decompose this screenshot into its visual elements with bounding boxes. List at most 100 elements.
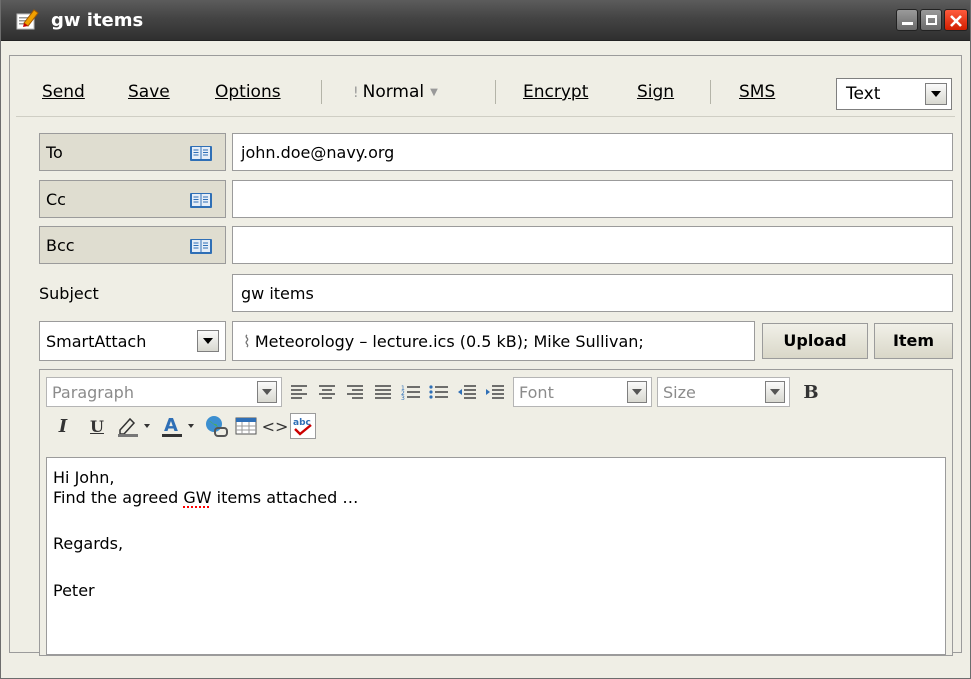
send-button[interactable]: Send [42,82,85,102]
priority-dropdown[interactable]: ! Normal ▼ [353,82,438,102]
close-button[interactable] [944,9,968,31]
chevron-down-icon[interactable] [765,381,785,403]
toolbar-divider [16,116,955,117]
maximize-icon [926,15,937,25]
smartattach-value: SmartAttach [46,332,147,351]
format-select[interactable]: Text [836,78,952,110]
title-bar[interactable]: gw items [1,0,970,41]
upload-button[interactable]: Upload [762,323,868,359]
outdent-button[interactable] [454,379,480,405]
paragraph-value: Paragraph [52,383,134,402]
minimize-icon [902,22,913,25]
outdent-icon [458,385,476,399]
svg-text:3: 3 [401,395,405,400]
highlight-color-button[interactable] [114,413,154,439]
unordered-list-icon [429,385,448,399]
encrypt-button[interactable]: Encrypt [523,82,588,102]
svg-text:A: A [164,415,178,436]
address-book-icon[interactable] [189,144,213,162]
globe-link-icon [206,416,228,437]
toolbar-separator [321,80,322,104]
align-left-button[interactable] [286,379,312,405]
to-field[interactable]: john.doe@navy.org [232,133,953,171]
spellcheck-icon: abc [293,418,312,436]
compose-toolbar: Send Save Options ! Normal ▼ Encrypt Sign … [10,69,961,110]
font-color-button[interactable]: A [158,413,198,439]
body-text: items attached … [211,488,359,507]
paragraph-select[interactable]: Paragraph [46,377,282,407]
toolbar-separator [710,80,711,104]
bcc-field[interactable] [232,226,953,264]
to-value: john.doe@navy.org [241,143,395,162]
to-label: To [46,143,63,162]
font-color-icon: A [162,415,194,437]
insert-link-button[interactable] [203,413,229,439]
options-button[interactable]: Options [215,82,281,102]
compose-panel: Send Save Options ! Normal ▼ Encrypt Sign … [9,55,962,656]
body-closing: Regards, [53,534,124,553]
sms-button[interactable]: SMS [739,82,775,102]
maximize-button[interactable] [920,9,942,31]
indent-button[interactable] [482,379,508,405]
source-code-button[interactable]: <> [261,413,289,439]
priority-label: Normal [362,82,425,102]
align-right-icon [347,385,363,399]
sign-button[interactable]: Sign [637,82,674,102]
chevron-down-icon[interactable] [257,381,277,403]
priority-icon: ! [353,85,359,101]
bold-button[interactable]: B [798,379,824,405]
item-button[interactable]: Item [874,323,953,359]
cc-label: Cc [46,190,66,209]
chevron-down-icon[interactable] [197,330,219,352]
body-greeting: Hi John, [53,468,115,487]
spellcheck-button[interactable]: abc [290,413,316,439]
body-text: Find the agreed [53,488,184,507]
insert-table-button[interactable] [233,413,259,439]
subject-label: Subject [39,284,99,303]
address-book-icon[interactable] [189,237,213,255]
to-button[interactable]: To [39,133,226,171]
cc-button[interactable]: Cc [39,180,226,218]
cc-field[interactable] [232,180,953,218]
window-title: gw items [51,10,144,31]
underline-button[interactable]: U [84,413,110,439]
toolbar-separator [495,80,496,104]
highlighter-icon [118,417,150,437]
align-right-button[interactable] [342,379,368,405]
align-left-icon [291,385,307,399]
indent-icon [486,385,504,399]
table-icon [235,417,257,435]
subject-field[interactable]: gw items [232,274,953,312]
attachments-text: Meteorology – lecture.ics (0.5 kB); Mike… [254,332,644,351]
format-value: Text [846,84,881,104]
paperclip-icon: ⌇ [243,332,251,351]
align-justify-button[interactable] [370,379,396,405]
align-center-button[interactable] [314,379,340,405]
ordered-list-button[interactable]: 123 [398,379,424,405]
attachments-field[interactable]: ⌇ Meteorology – lecture.ics (0.5 kB); Mik… [232,321,755,361]
font-value: Font [519,383,554,402]
chevron-down-icon[interactable] [627,381,647,403]
smartattach-select[interactable]: SmartAttach [39,321,226,361]
size-select[interactable]: Size [657,377,790,407]
font-select[interactable]: Font [513,377,652,407]
align-center-icon [319,385,335,399]
align-justify-icon [375,385,391,399]
attachments-list: ⌇ Meteorology – lecture.ics (0.5 kB); Mik… [243,332,644,351]
minimize-button[interactable] [896,9,918,31]
body-signature: Peter [53,581,95,600]
chevron-down-icon: ▼ [430,87,438,98]
rich-text-editor: Paragraph 123 Font Size B I U A <> abc H… [39,369,953,656]
size-value: Size [663,383,696,402]
unordered-list-button[interactable] [426,379,452,405]
misspelled-word: GW [183,488,212,507]
compose-icon [15,8,39,32]
bcc-button[interactable]: Bcc [39,226,226,264]
chevron-down-icon[interactable] [925,83,947,105]
italic-button[interactable]: I [50,413,76,439]
save-button[interactable]: Save [128,82,170,102]
code-icon: <> [261,416,289,436]
address-book-icon[interactable] [189,191,213,209]
message-body[interactable]: Hi John, Find the agreed GW items attach… [46,457,946,655]
subject-value: gw items [241,284,314,303]
